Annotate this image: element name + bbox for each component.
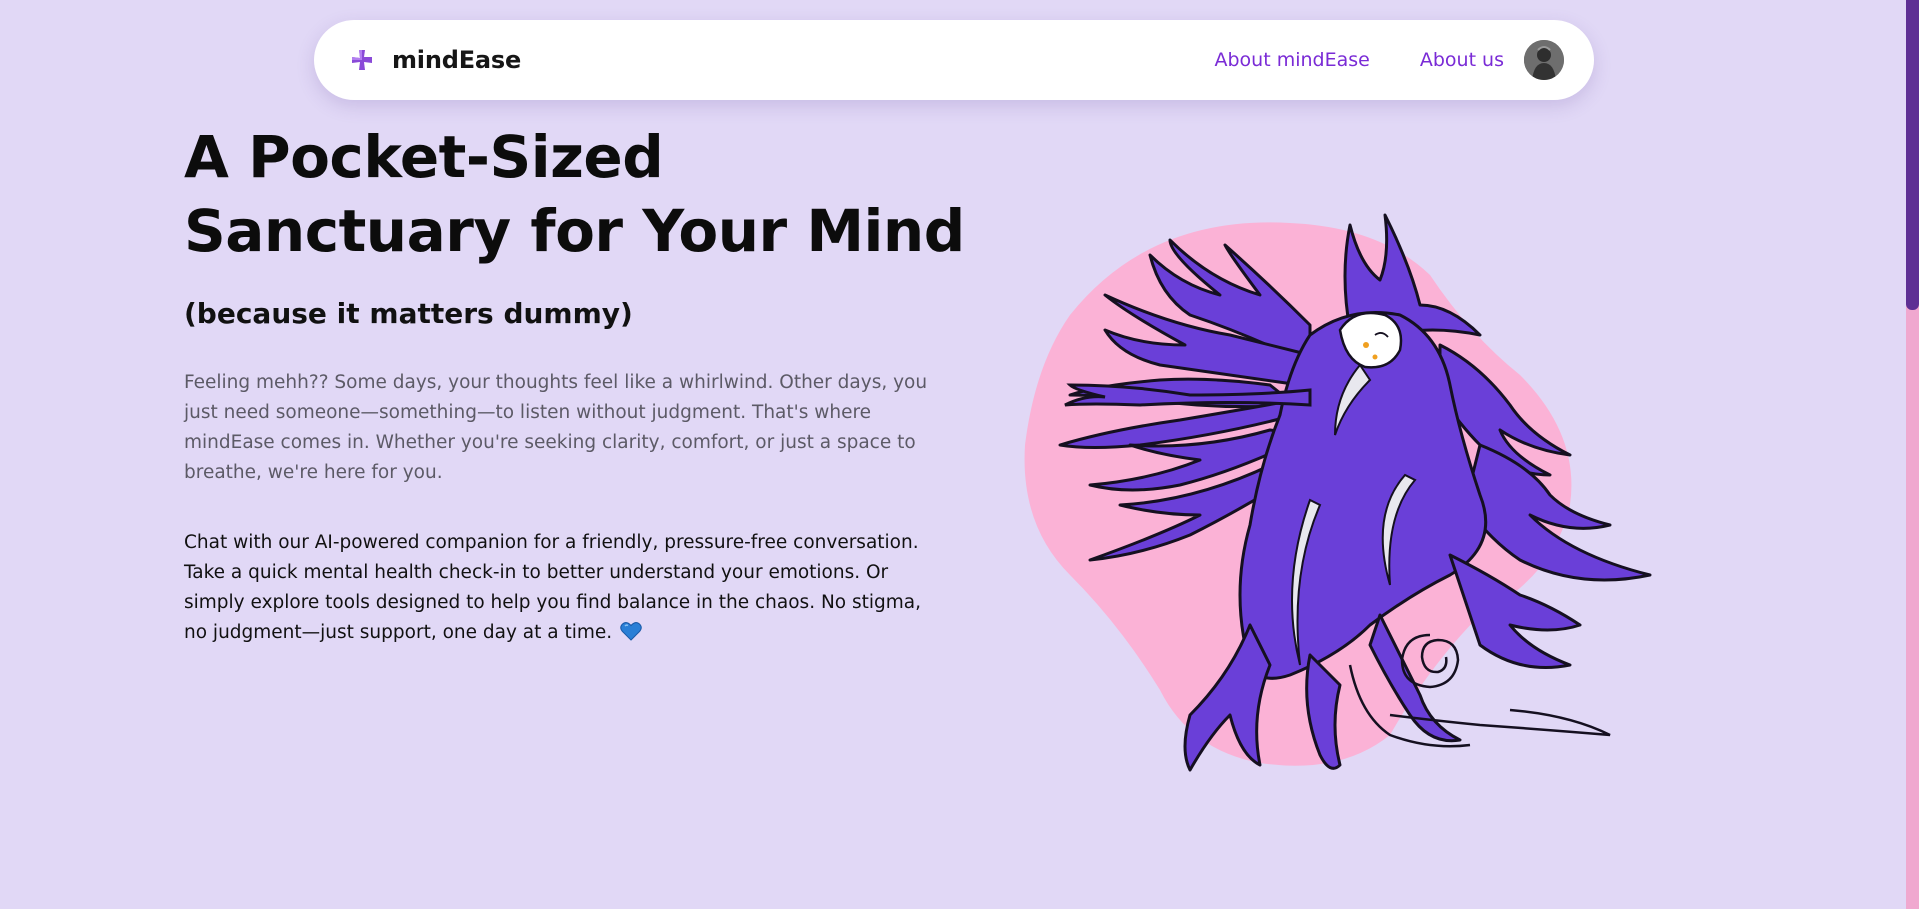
hero-title-line-1: A Pocket-Sized (184, 123, 664, 191)
avatar-image (1524, 40, 1564, 80)
blue-heart-icon (620, 622, 642, 641)
hero-title-line-2: Sanctuary for Your Mind (184, 197, 965, 265)
hero-body-text: Chat with our AI-powered companion for a… (184, 532, 922, 643)
page: mindEase About mindEase About us A Pocke… (0, 0, 1919, 909)
hero-title: A Pocket-Sized Sanctuary for Your Mind (184, 120, 984, 268)
hero-body-paragraph: Chat with our AI-powered companion for a… (184, 528, 934, 648)
flowing-hair-woman-illustration (1024, 213, 1652, 772)
top-navbar: mindEase About mindEase About us (314, 20, 1594, 100)
brand-link[interactable]: mindEase (350, 46, 521, 74)
plus-cross-icon (352, 50, 372, 70)
hero-intro-paragraph: Feeling mehh?? Some days, your thoughts … (184, 372, 928, 483)
user-avatar[interactable] (1524, 40, 1564, 80)
scrollbar-thumb[interactable] (1906, 0, 1919, 310)
nav-link-about-us[interactable]: About us (1420, 49, 1504, 71)
hero-subtitle: (because it matters dummy) (184, 297, 633, 330)
nav-link-about-mindease[interactable]: About mindEase (1215, 49, 1370, 71)
brand-name: mindEase (392, 46, 522, 74)
